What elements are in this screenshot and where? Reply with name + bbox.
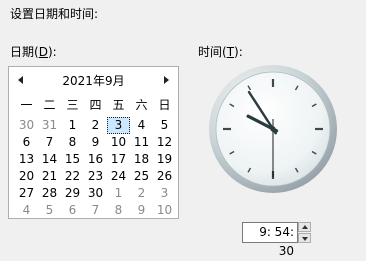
calendar-day[interactable]: 5 [38,202,61,219]
calendar-day[interactable]: 6 [61,202,84,219]
calendar-day[interactable]: 8 [61,134,84,151]
next-month-arrow-icon[interactable] [164,76,169,84]
time-spin-buttons [298,222,311,243]
calendar-day[interactable]: 7 [84,202,107,219]
calendar-day[interactable]: 2 [84,117,107,134]
weekday-header: 五 [112,98,125,112]
weekday-header: 一 [20,98,33,112]
time-label: 时间(T): [198,43,243,60]
calendar-day[interactable]: 4 [130,117,153,134]
date-label-suffix: ): [47,45,57,59]
calendar-day[interactable]: 19 [153,151,176,168]
time-label-mnemonic: T [226,45,235,59]
calendar-day[interactable]: 25 [130,168,153,185]
calendar-day[interactable]: 28 [38,185,61,202]
calendar-day[interactable]: 31 [38,117,61,134]
calendar-day[interactable]: 10 [107,134,130,151]
set-date-time-heading: 设置日期和时间: [10,7,99,21]
clock-center-pin [270,126,276,132]
calendar-day[interactable]: 30 [84,185,107,202]
calendar-day[interactable]: 8 [107,202,130,219]
calendar-day[interactable]: 4 [15,202,38,219]
calendar-day[interactable]: 17 [107,151,130,168]
date-label-mnemonic: D [38,45,48,59]
date-label-text: 日期( [10,45,39,59]
calendar-day[interactable]: 7 [38,134,61,151]
calendar-day[interactable]: 23 [84,168,107,185]
time-label-text: 时间( [198,45,227,59]
calendar-day[interactable]: 15 [61,151,84,168]
weekday-header: 日 [158,98,171,112]
calendar-day-selected[interactable]: 3 [107,117,130,134]
calendar-day[interactable]: 9 [130,202,153,219]
calendar-day[interactable]: 1 [61,117,84,134]
weekday-header: 二 [43,98,56,112]
calendar-day[interactable]: 14 [38,151,61,168]
calendar-day[interactable]: 12 [153,134,176,151]
spin-down-arrow-icon[interactable] [298,233,311,243]
calendar-day[interactable]: 24 [107,168,130,185]
calendar-day[interactable]: 29 [61,185,84,202]
time-input[interactable]: 9: 54: 30 [242,222,298,258]
calendar-day[interactable]: 20 [15,168,38,185]
calendar-day[interactable]: 22 [61,168,84,185]
date-label: 日期(D): [10,43,57,60]
weekday-header: 六 [135,98,148,112]
analog-clock [209,65,337,193]
calendar-header: 2021年9月 [9,73,178,91]
time-spinner: 9: 54: 30 [242,222,312,258]
calendar-day[interactable]: 9 [84,134,107,151]
calendar-day[interactable]: 26 [153,168,176,185]
weekday-header: 三 [66,98,79,112]
calendar-day[interactable]: 11 [130,134,153,151]
spin-up-arrow-icon[interactable] [298,222,311,232]
calendar-day[interactable]: 2 [130,185,153,202]
calendar-day[interactable]: 21 [38,168,61,185]
calendar-day[interactable]: 3 [153,185,176,202]
time-label-suffix: ): [234,45,243,59]
calendar-day[interactable]: 18 [130,151,153,168]
calendar-day-grid: 30 31 1 2 3 4 5 6 7 8 9 10 11 12 13 14 15 16 17 18 19 20 21 22 2… [15,117,176,219]
month-calendar[interactable]: 2021年9月 一二三四五六日 30 31 1 2 3 4 5 6 7 8 9 10 11 12 13 14 1… [8,66,179,219]
calendar-day[interactable]: 16 [84,151,107,168]
calendar-day[interactable]: 1 [107,185,130,202]
calendar-day[interactable]: 13 [15,151,38,168]
weekday-header: 四 [89,98,102,112]
calendar-day[interactable]: 5 [153,117,176,134]
calendar-day[interactable]: 6 [15,134,38,151]
calendar-day[interactable]: 30 [15,117,38,134]
calendar-day[interactable]: 27 [15,185,38,202]
calendar-month-title[interactable]: 2021年9月 [9,73,178,89]
calendar-day[interactable]: 10 [153,202,176,219]
weekday-header-row: 一二三四五六日 [15,97,176,113]
